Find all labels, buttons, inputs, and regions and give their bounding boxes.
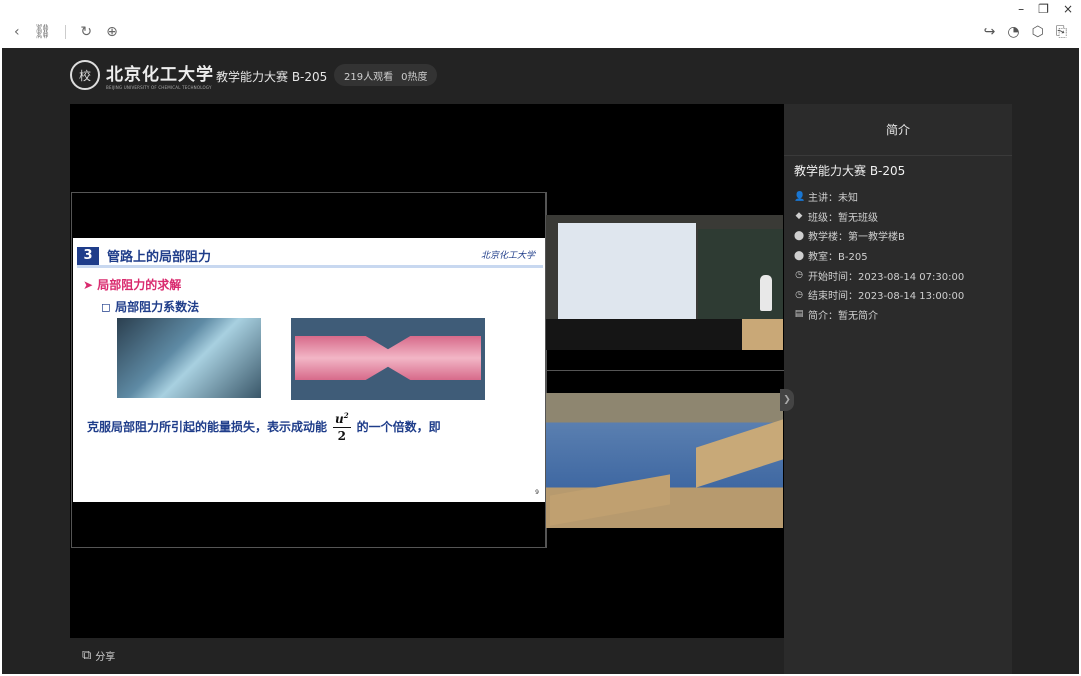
globe-icon[interactable]: ⊕ — [106, 24, 118, 40]
comment-icon[interactable]: ◔ — [1007, 24, 1019, 40]
clock-icon: ◷ — [795, 270, 803, 281]
slide-video-frame[interactable]: 3 管路上的局部阻力 北京化工大学 ➤ 局部阻力的求解 ◻ 局部阻力系数法 克服… — [71, 192, 546, 548]
projector-screen — [558, 223, 696, 321]
export-icon[interactable]: ⎘ — [1056, 24, 1067, 40]
slide-header: 3 管路上的局部阻力 北京化工大学 — [77, 246, 543, 268]
info-building: ⬤ 教学楼：第一教学楼B — [794, 230, 905, 244]
seal-icon: 校 — [70, 60, 100, 90]
share-label: 分享 — [95, 652, 116, 663]
podium — [742, 319, 783, 350]
back-icon[interactable]: ‹ — [14, 24, 20, 40]
course-name: 教学能力大赛 B-205 — [794, 164, 906, 178]
toolbar-right-icons: ↪ ◔ ⬡ ⎘ — [984, 24, 1067, 40]
formula-exponent: 2 — [343, 411, 349, 420]
info-class: ◆ 班级：暂无班级 — [795, 211, 878, 224]
side-panel-tab-intro[interactable]: 简介 — [784, 104, 1012, 156]
formula-fraction: u2 2 — [333, 408, 351, 444]
formula-text-2: 的一个倍数，即 — [356, 419, 441, 434]
minimize-icon[interactable]: – — [1018, 2, 1024, 16]
slide-page-number: 9 — [535, 489, 539, 496]
viewer-count: 219人观看 — [344, 71, 394, 83]
info-lecturer: 👤 主讲：未知 — [794, 191, 858, 205]
info-classroom: ⬤ 教室：B-205 — [794, 250, 868, 264]
clock-icon: ◷ — [795, 289, 803, 300]
share-button[interactable]: ⧉ 分享 — [82, 648, 115, 663]
page-title: 教学能力大赛 B-205 — [216, 70, 328, 84]
share-icon: ⧉ — [82, 648, 92, 663]
info-side-panel: 简介 教学能力大赛 B-205 👤 主讲：未知 ◆ 班级：暂无班级 ⬤ 教学楼：第一教… — [784, 104, 1012, 674]
pipe-constriction-image — [291, 318, 485, 400]
front-desk — [550, 474, 670, 526]
classroom-floor — [546, 319, 742, 350]
slide-bullet-1: ➤ 局部阻力的求解 — [83, 278, 182, 292]
info-start-time: ◷ 开始时间：2023-08-14 07:30:00 — [795, 270, 965, 283]
info-end-time: ◷ 结束时间：2023-08-14 13:00:00 — [795, 289, 965, 303]
logo-subtitle: BEIJING UNIVERSITY OF CHEMICAL TECHNOLOG… — [106, 85, 212, 90]
logo-text: 北京化工大学 — [106, 65, 214, 85]
window-controls: – ❐ × — [1018, 2, 1073, 16]
user-icon: 👤 — [794, 191, 806, 202]
app-container: 校 北京化工大学 BEIJING UNIVERSITY OF CHEMICAL … — [2, 48, 1079, 674]
slide-formula: 克服局部阻力所引起的能量损失，表示成动能 u2 2 的一个倍数，即 — [87, 408, 441, 444]
refresh-icon[interactable]: ↻ — [80, 24, 92, 40]
formula-numerator: u — [335, 412, 344, 426]
nav-divider — [65, 25, 67, 39]
formula-text-1: 克服局部阻力所引起的能量损失，表示成动能 — [87, 419, 328, 434]
valve-image — [117, 318, 261, 398]
document-icon: ▤ — [794, 309, 804, 320]
page-header: 校 北京化工大学 BEIJING UNIVERSITY OF CHEMICAL … — [2, 48, 1079, 104]
box-icon[interactable]: ⬡ — [1032, 24, 1044, 40]
students-camera-feed[interactable] — [546, 393, 783, 528]
heat-count: 0热度 — [401, 71, 428, 83]
teacher-figure — [760, 275, 772, 311]
slide-logo: 北京化工大学 — [480, 251, 535, 261]
student-desk — [696, 418, 783, 488]
panel-collapse-handle[interactable]: ❯ — [780, 389, 794, 411]
lecture-slide: 3 管路上的局部阻力 北京化工大学 ➤ 局部阻力的求解 ◻ 局部阻力系数法 克服… — [73, 238, 545, 502]
university-logo[interactable]: 校 北京化工大学 BEIJING UNIVERSITY OF CHEMICAL … — [70, 60, 214, 90]
slide-section-number: 3 — [77, 246, 99, 265]
close-icon[interactable]: × — [1063, 2, 1073, 16]
location-icon: ⬤ — [794, 230, 805, 241]
link-icon[interactable]: ⛓ — [34, 24, 52, 40]
tag-icon: ◆ — [795, 211, 803, 222]
browser-toolbar: – ❐ × ‹ ⛓ ↻ ⊕ ↪ ◔ ⬡ ⎘ — [0, 0, 1081, 48]
slide-bullet-2: ◻ 局部阻力系数法 — [101, 300, 200, 314]
location-icon: ⬤ — [794, 250, 805, 261]
share-arrow-icon[interactable]: ↪ — [984, 24, 996, 40]
teacher-camera-feed[interactable] — [546, 215, 783, 350]
restore-icon[interactable]: ❐ — [1038, 2, 1049, 16]
view-stats-badge: 219人观看 0热度 — [334, 64, 438, 86]
slide-title: 管路上的局部阻力 — [107, 250, 212, 265]
video-player[interactable]: 3 管路上的局部阻力 北京化工大学 ➤ 局部阻力的求解 ◻ 局部阻力系数法 克服… — [70, 104, 784, 638]
info-description: ▤ 简介：暂无简介 — [794, 309, 878, 322]
formula-denominator: 2 — [337, 429, 346, 443]
nav-icons: ‹ ⛓ ↻ ⊕ — [14, 24, 118, 40]
course-info-list: 👤 主讲：未知 ◆ 班级：暂无班级 ⬤ 教学楼：第一教学楼B ⬤ 教室：B-205 ◷ 开… — [794, 187, 1012, 324]
camera-divider-horizontal — [546, 370, 784, 371]
